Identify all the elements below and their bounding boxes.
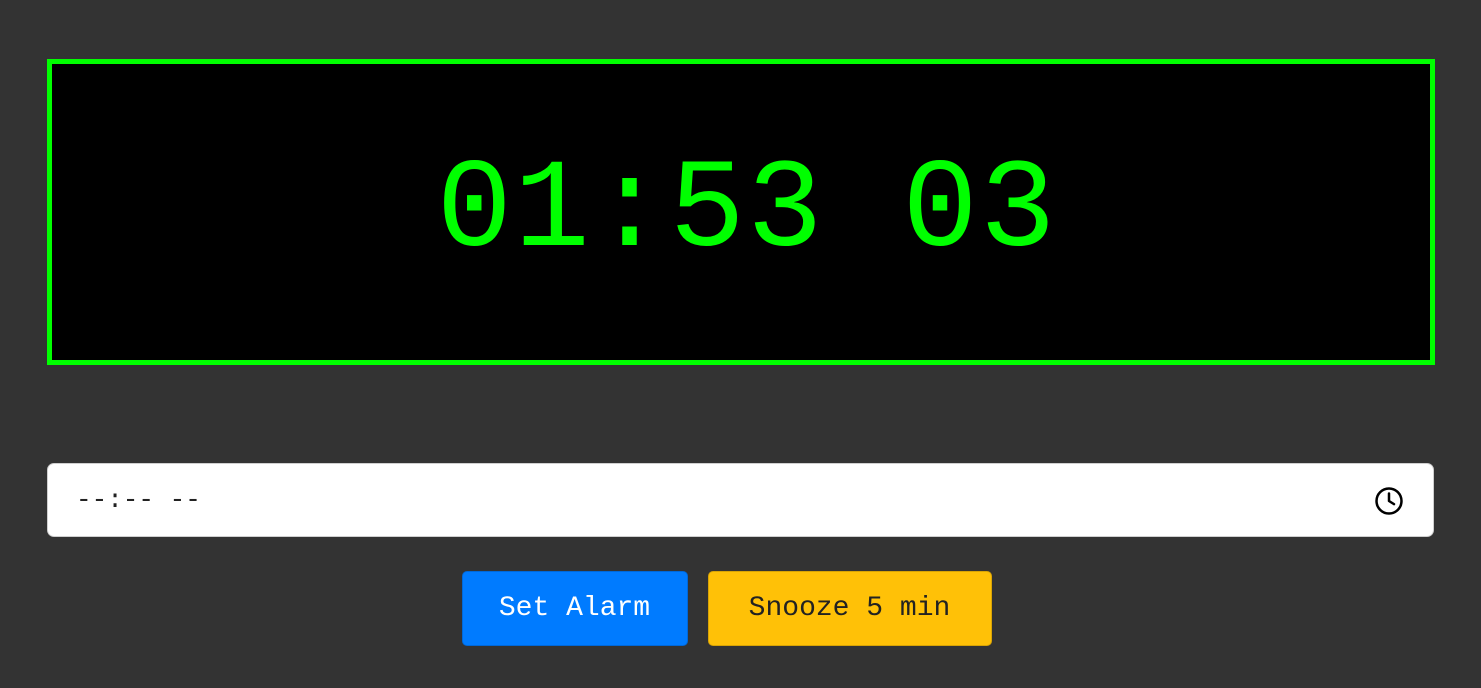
alarm-actions: Set Alarm Snooze 5 min: [0, 571, 1481, 646]
set-alarm-button[interactable]: Set Alarm: [461, 571, 688, 646]
clock-display: 01:53 03: [47, 59, 1435, 365]
alarm-time-field[interactable]: [47, 463, 1434, 537]
snooze-button[interactable]: Snooze 5 min: [707, 571, 992, 646]
clock-icon[interactable]: [1374, 486, 1404, 516]
alarm-time-input[interactable]: [48, 464, 1433, 536]
clock-time: 01:53 03: [436, 140, 1058, 283]
